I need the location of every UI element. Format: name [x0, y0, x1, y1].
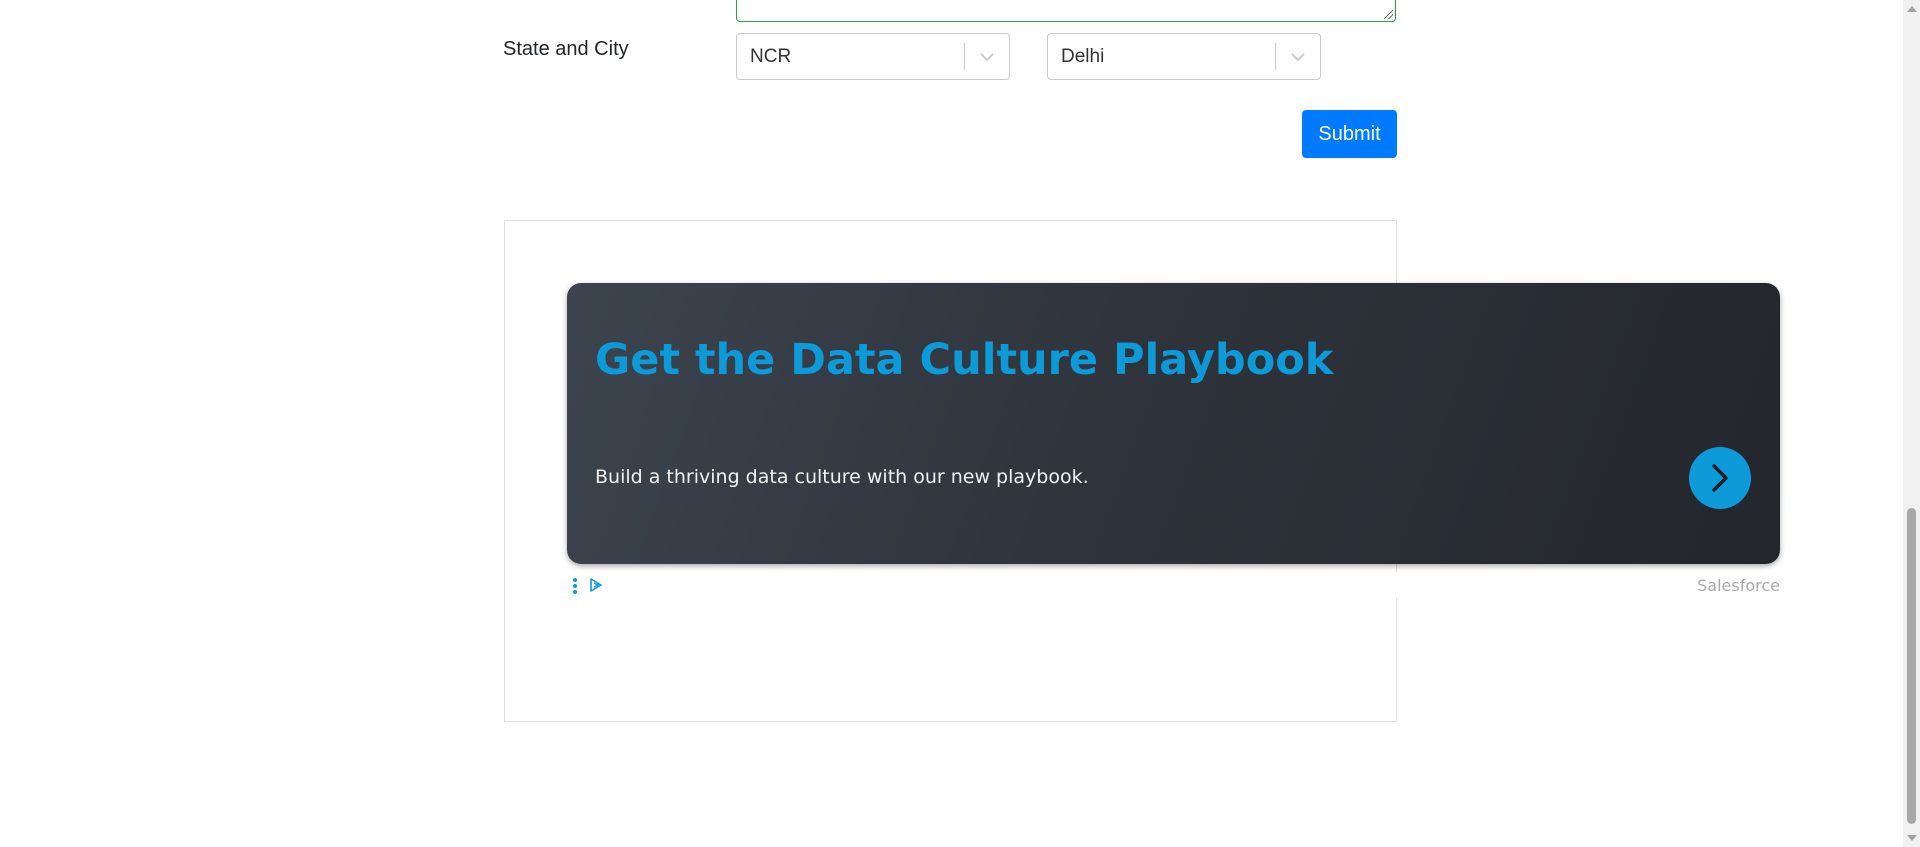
- state-select[interactable]: NCR: [736, 33, 1010, 80]
- resize-handle-icon[interactable]: [1384, 10, 1393, 19]
- vertical-scrollbar[interactable]: [1903, 0, 1920, 847]
- scroll-up-arrow-icon[interactable]: [1903, 0, 1920, 17]
- state-select-value: NCR: [750, 45, 792, 67]
- menu-dots-icon[interactable]: [572, 578, 578, 594]
- scrollbar-thumb[interactable]: [1907, 508, 1916, 824]
- city-select[interactable]: Delhi: [1047, 33, 1321, 80]
- chevron-right-icon: [1712, 464, 1728, 492]
- ad-description[interactable]: Build a thriving data culture with our n…: [595, 466, 1089, 488]
- ad-next-button[interactable]: [1689, 447, 1751, 509]
- ad-title[interactable]: Get the Data Culture Playbook: [595, 335, 1333, 385]
- chevron-down-icon[interactable]: [1276, 34, 1320, 79]
- city-select-value: Delhi: [1061, 45, 1105, 67]
- address-textarea[interactable]: [736, 0, 1396, 22]
- state-city-label: State and City: [503, 38, 629, 60]
- submit-button[interactable]: Submit: [1302, 110, 1397, 158]
- page: State and City NCR Delhi Submit Get the …: [0, 0, 1920, 847]
- chevron-down-icon[interactable]: [965, 34, 1009, 79]
- scroll-down-arrow-icon[interactable]: [1903, 830, 1920, 847]
- ad-advertiser[interactable]: Salesforce: [1697, 576, 1780, 595]
- ad-footer: Salesforce: [567, 572, 1780, 598]
- ad-card[interactable]: Get the Data Culture Playbook Build a th…: [567, 283, 1780, 564]
- adchoices-icon[interactable]: [588, 577, 604, 593]
